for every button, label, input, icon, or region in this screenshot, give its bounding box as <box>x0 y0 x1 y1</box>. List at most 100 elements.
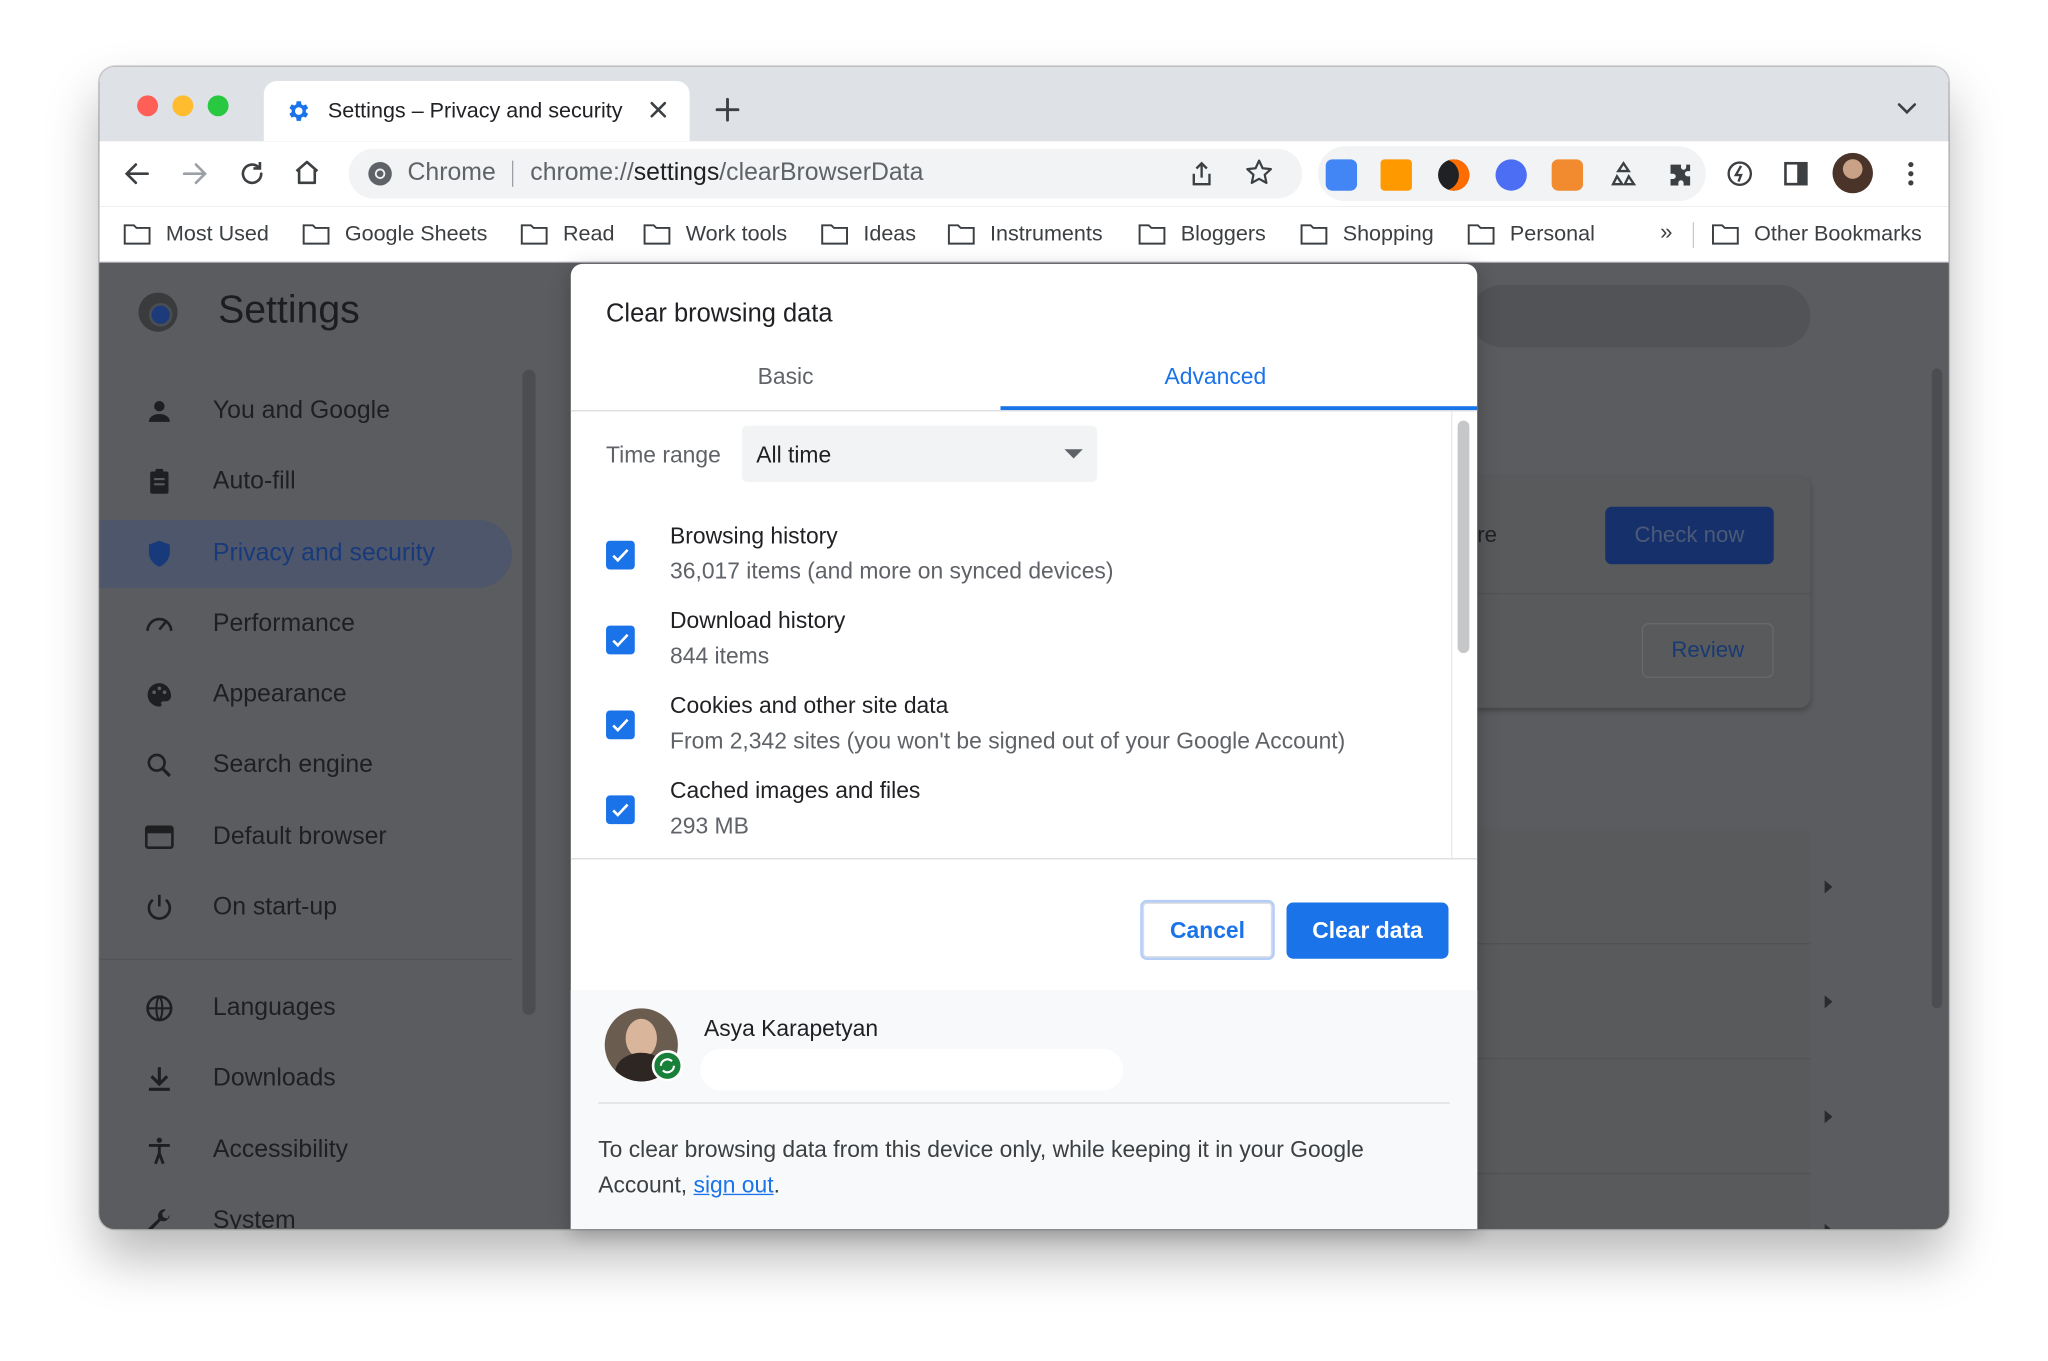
address-bar[interactable]: Chrome chrome://settings/clearBrowserDat… <box>348 148 1303 199</box>
zoom-window-button[interactable] <box>207 95 229 117</box>
bookmark-star-icon[interactable] <box>1245 158 1274 187</box>
tab-settings[interactable]: Settings – Privacy and security <box>263 80 690 142</box>
item-subtitle: From 2,342 sites (you won't be signed ou… <box>670 727 1346 754</box>
slice-icon[interactable] <box>1438 159 1470 191</box>
clear-browsing-data-dialog: Clear browsing data Basic Advanced Time … <box>570 263 1478 1230</box>
toolbar: Chrome chrome://settings/clearBrowserDat… <box>99 141 1949 207</box>
side-panel-icon[interactable] <box>1782 159 1811 188</box>
bookmark-folder[interactable]: Instruments <box>947 219 1103 248</box>
folder-icon <box>1467 224 1495 245</box>
bookmark-folder[interactable]: Personal <box>1467 219 1595 248</box>
google-translate-icon[interactable] <box>1325 159 1358 191</box>
puzzle-extensions-icon[interactable] <box>1665 159 1696 190</box>
tab-basic[interactable]: Basic <box>571 363 1001 410</box>
close-tab-icon[interactable] <box>645 97 671 123</box>
item-subtitle: 293 MB <box>670 812 749 839</box>
tab-advanced[interactable]: Advanced <box>1000 363 1430 410</box>
dropdown-arrow-icon <box>1064 449 1083 459</box>
checkmark-icon <box>612 633 629 648</box>
other-bookmarks-folder[interactable]: Other Bookmarks <box>1711 219 1922 248</box>
dialog-scroll-track <box>1451 411 1453 859</box>
tab-search-chevron-icon[interactable] <box>1896 101 1917 117</box>
amazon-icon[interactable] <box>1380 159 1412 191</box>
sidebar-item-languages[interactable]: Languages <box>99 974 512 1042</box>
shield-icon <box>148 540 170 567</box>
chrome-logo-icon <box>138 292 178 332</box>
bookmark-folder[interactable]: Google Sheets <box>302 219 487 248</box>
sidebar-item-search-engine[interactable]: Search engine <box>99 731 512 799</box>
url-text[interactable]: chrome://settings/clearBrowserData <box>530 159 923 188</box>
sidebar-item-you-and-google[interactable]: You and Google <box>99 377 512 445</box>
profile-avatar[interactable] <box>1832 152 1873 194</box>
reload-icon[interactable] <box>238 159 267 188</box>
review-button[interactable]: Review <box>1641 623 1774 678</box>
clipboard-icon <box>150 468 169 494</box>
bookmarks-bar: Most Used Google Sheets Read Work tools … <box>99 206 1949 263</box>
chevron-right-icon[interactable] <box>1824 880 1833 894</box>
back-icon[interactable] <box>123 159 152 188</box>
bookmark-folder[interactable]: Shopping <box>1300 219 1434 248</box>
checkmark-icon <box>612 548 629 563</box>
check-now-button[interactable]: Check now <box>1605 506 1774 565</box>
forward-icon[interactable] <box>180 159 209 188</box>
bookmark-folder[interactable]: Bloggers <box>1138 219 1266 248</box>
sidebar-item-on-startup[interactable]: On start-up <box>99 874 512 942</box>
footer-text: To clear browsing data from this device … <box>598 1136 1364 1198</box>
screenshot-stage: Settings – Privacy and security Chrome c… <box>0 0 2048 1361</box>
chart-icon[interactable] <box>1551 159 1584 191</box>
share-icon[interactable] <box>1187 159 1216 188</box>
cached-images-checkbox[interactable] <box>606 795 635 825</box>
sidebar-item-default-browser[interactable]: Default browser <box>99 803 512 871</box>
wrench-icon <box>147 1209 170 1230</box>
safety-check-text: re <box>1477 522 1497 548</box>
browser-icon <box>144 825 174 849</box>
account-email-placeholder <box>700 1048 1124 1091</box>
list-item: Cached images and files 293 MB <box>571 777 1451 855</box>
time-range-select[interactable]: All time <box>741 425 1098 482</box>
account-name: Asya Karapetyan <box>703 1014 879 1041</box>
sidebar-item-privacy-and-security[interactable]: Privacy and security <box>99 519 512 588</box>
bookmark-folder[interactable]: Most Used <box>123 219 269 248</box>
sidebar-scrollbar[interactable] <box>522 369 536 1015</box>
settings-search-input[interactable] <box>1470 284 1811 348</box>
sidebar-item-accessibility[interactable]: Accessibility <box>99 1117 512 1185</box>
minimize-window-button[interactable] <box>172 95 194 117</box>
close-window-button[interactable] <box>137 95 159 117</box>
bookmark-folder[interactable]: Ideas <box>820 219 916 248</box>
privacy-options-card <box>1477 828 1833 1230</box>
item-title: Cookies and other site data <box>670 692 949 719</box>
sync-icon <box>651 1050 684 1082</box>
chevron-right-icon[interactable] <box>1824 995 1833 1009</box>
download-history-checkbox[interactable] <box>606 625 635 655</box>
folder-icon <box>1300 224 1328 245</box>
performance-icon[interactable] <box>1725 159 1754 188</box>
clear-data-button[interactable]: Clear data <box>1286 902 1449 959</box>
sign-out-link[interactable]: sign out <box>694 1172 774 1198</box>
dialog-title: Clear browsing data <box>606 299 833 328</box>
sidebar-item-downloads[interactable]: Downloads <box>99 1045 512 1113</box>
recycle-icon[interactable] <box>1608 159 1639 190</box>
sidebar-divider <box>99 958 512 960</box>
cancel-button[interactable]: Cancel <box>1140 899 1275 960</box>
main-scrollbar[interactable] <box>1931 368 1943 1009</box>
bookmark-folder[interactable]: Work tools <box>643 219 787 248</box>
bookmark-folder[interactable]: Read <box>520 219 614 248</box>
browsing-history-checkbox[interactable] <box>606 540 635 570</box>
tab-strip: Settings – Privacy and security <box>99 66 1949 142</box>
download-icon <box>148 1067 170 1091</box>
chevron-right-icon[interactable] <box>1824 1110 1833 1124</box>
bookmarks-overflow-button[interactable]: » <box>1660 219 1672 245</box>
chevron-right-icon[interactable] <box>1824 1223 1833 1230</box>
dialog-scrollbar[interactable] <box>1457 420 1470 654</box>
sidebar-item-system[interactable]: System <box>99 1187 512 1230</box>
item-title: Download history <box>670 607 846 634</box>
sidebar-item-appearance[interactable]: Appearance <box>99 661 512 729</box>
sidebar-item-performance[interactable]: Performance <box>99 590 512 658</box>
new-tab-icon[interactable] <box>713 95 742 124</box>
cookies-checkbox[interactable] <box>606 710 635 740</box>
a-circle-icon[interactable] <box>1495 159 1527 191</box>
accessibility-icon <box>148 1137 170 1165</box>
home-icon[interactable] <box>293 158 322 187</box>
more-menu-icon[interactable] <box>1896 159 1925 188</box>
sidebar-item-autofill[interactable]: Auto-fill <box>99 448 512 516</box>
